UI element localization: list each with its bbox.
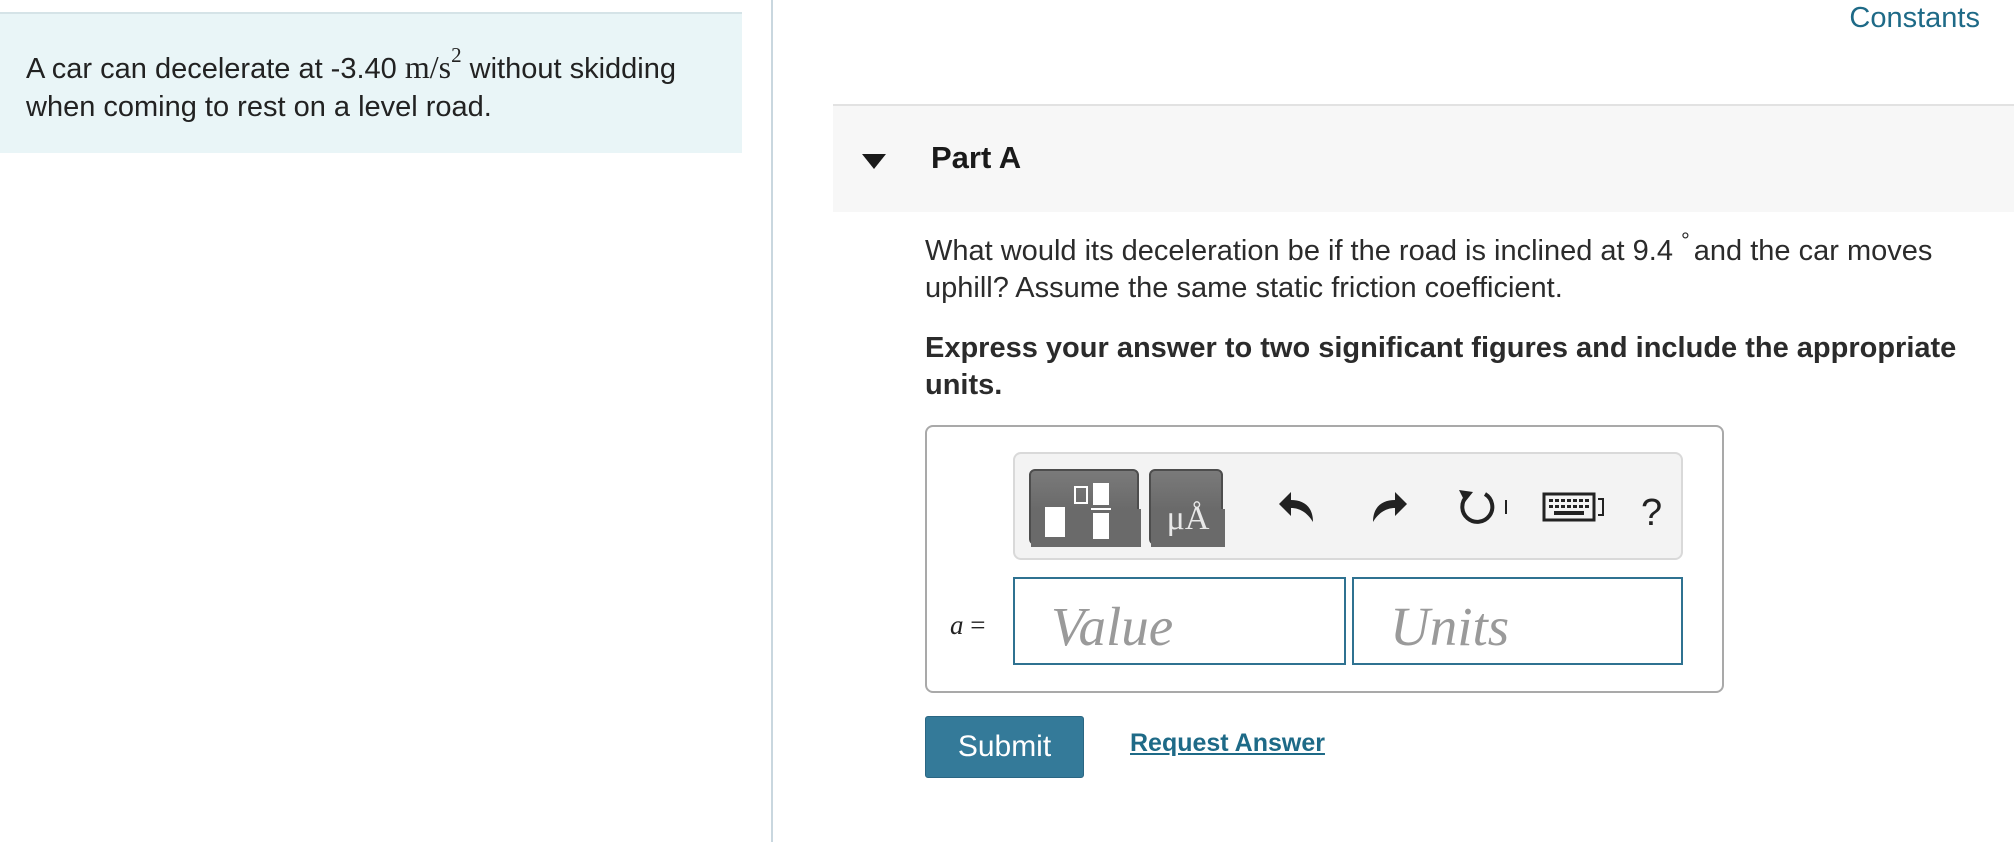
- request-answer-link[interactable]: Request Answer: [1130, 729, 1325, 758]
- units-input[interactable]: [1352, 577, 1683, 665]
- part-title: Part A: [931, 140, 1022, 175]
- collapse-caret-icon[interactable]: [862, 154, 886, 169]
- reset-icon[interactable]: [1455, 486, 1511, 528]
- problem-statement: A car can decelerate at -3.40 m/s2 witho…: [0, 12, 742, 153]
- panel-divider: [771, 0, 773, 842]
- constants-link[interactable]: Constants: [1849, 2, 1980, 35]
- redo-icon[interactable]: [1367, 486, 1409, 528]
- keyboard-icon[interactable]: [1542, 490, 1608, 526]
- part-header[interactable]: Part A: [833, 104, 2014, 212]
- templates-button[interactable]: [1029, 469, 1141, 547]
- variable-label: a =: [950, 610, 986, 640]
- acceleration-unit: m/s2: [404, 43, 462, 86]
- svg-text:μÅ: μÅ: [1167, 500, 1210, 537]
- answer-box: μÅ ? a =: [925, 425, 1724, 693]
- templates-icon: [1031, 483, 1141, 547]
- units-button[interactable]: μÅ: [1149, 469, 1225, 547]
- undo-icon[interactable]: [1277, 486, 1319, 528]
- help-icon[interactable]: ?: [1641, 492, 1662, 535]
- answer-instruction: Express your answer to two significant f…: [925, 332, 1957, 401]
- submit-button[interactable]: Submit: [925, 716, 1084, 778]
- math-toolbar: μÅ ?: [1013, 452, 1683, 560]
- value-input[interactable]: [1013, 577, 1346, 665]
- units-icon: μÅ: [1151, 500, 1225, 547]
- degree-symbol: °: [1680, 228, 1690, 253]
- question-text: What would its deceleration be if the ro…: [925, 228, 1933, 305]
- problem-text-start: A car can decelerate at -3.40: [26, 53, 405, 85]
